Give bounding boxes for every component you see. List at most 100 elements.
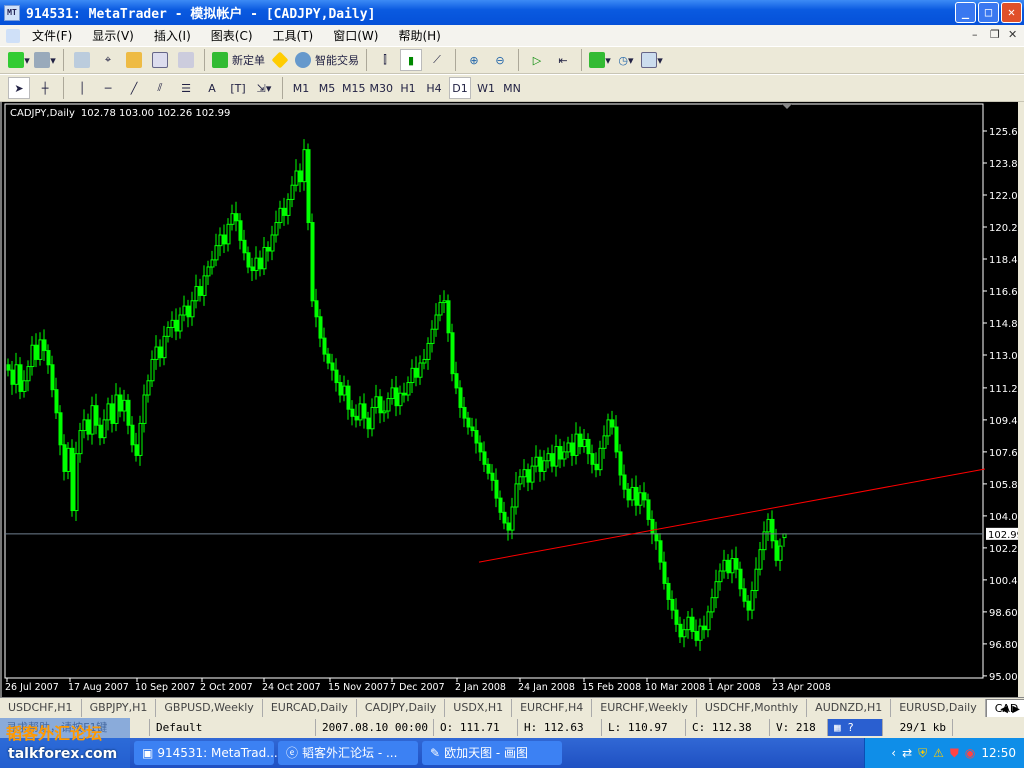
- tab-scroll-right-icon[interactable]: ▶: [1012, 704, 1020, 715]
- candle-body: [374, 396, 379, 408]
- candle: [778, 538, 783, 571]
- chart-tab[interactable]: GBPJPY,H1: [82, 699, 157, 717]
- profiles-button[interactable]: ▾: [34, 49, 56, 71]
- menu-insert[interactable]: 插入(I): [154, 27, 191, 44]
- arrows-button[interactable]: ⇲▾: [253, 77, 275, 99]
- menu-charts[interactable]: 图表(C): [211, 27, 253, 44]
- maximize-button[interactable]: □: [978, 2, 999, 23]
- text-label-button[interactable]: [T]: [227, 77, 249, 99]
- periods-button[interactable]: ◷ ▾: [615, 49, 637, 71]
- chart-shift-button[interactable]: ▷: [526, 49, 548, 71]
- zoom-in-button[interactable]: ⊕: [463, 49, 485, 71]
- tab-scroll-left-icon[interactable]: ◀: [1000, 704, 1008, 715]
- menu-view[interactable]: 显示(V): [92, 27, 134, 44]
- tf-mn[interactable]: MN: [501, 77, 523, 99]
- text-button[interactable]: A: [201, 77, 223, 99]
- candle-body: [190, 300, 195, 318]
- menu-window[interactable]: 窗口(W): [333, 27, 378, 44]
- indicators-button[interactable]: ▾: [589, 49, 611, 71]
- y-tick-label: 111.20: [989, 384, 1018, 395]
- autoscroll-button[interactable]: ⇤: [552, 49, 574, 71]
- terminal-button[interactable]: [149, 49, 171, 71]
- crosshair-button[interactable]: ┼: [34, 77, 56, 99]
- tf-w1[interactable]: W1: [475, 77, 497, 99]
- shift-marker-icon[interactable]: [782, 104, 792, 109]
- candle: [62, 434, 67, 481]
- expert-advisors-button[interactable]: 智能交易: [295, 49, 359, 71]
- candle-body: [382, 410, 387, 414]
- candle-body: [518, 476, 523, 485]
- candle: [562, 441, 567, 467]
- candlestick-button[interactable]: ▮: [400, 49, 422, 71]
- chart-tab[interactable]: GBPUSD,Weekly: [156, 699, 263, 717]
- new-chart-button[interactable]: ▾: [8, 49, 30, 71]
- menu-tools[interactable]: 工具(T): [273, 27, 314, 44]
- candle: [770, 510, 775, 549]
- tf-h1[interactable]: H1: [397, 77, 419, 99]
- warning-tray-icon[interactable]: ⚠: [933, 746, 944, 760]
- templates-button[interactable]: ▾: [641, 49, 663, 71]
- zoom-out-button[interactable]: ⊖: [489, 49, 511, 71]
- trendline-button[interactable]: ╱: [123, 77, 145, 99]
- mdi-close-button[interactable]: ✕: [1008, 28, 1017, 41]
- bar-chart-button[interactable]: ⫿: [374, 49, 396, 71]
- horizontal-line-button[interactable]: ─: [97, 77, 119, 99]
- new-order-button[interactable]: 新定单: [212, 49, 265, 71]
- chart-window[interactable]: CADJPY,Daily 102.78 103.00 102.26 102.99 …: [0, 102, 1018, 697]
- price-chart[interactable]: CADJPY,Daily 102.78 103.00 102.26 102.99 …: [2, 102, 1018, 697]
- line-studies-toolbar: ➤ ┼ │ ─ ╱ ⫽ ☰ A [T] ⇲▾ M1 M5 M15 M30 H1 …: [0, 74, 1024, 102]
- candle-body: [326, 353, 331, 364]
- y-tick-label: 100.40: [989, 576, 1018, 587]
- network-icon[interactable]: ⇄: [902, 746, 912, 760]
- mdi-minimize-button[interactable]: –: [972, 28, 978, 41]
- tf-m30[interactable]: M30: [370, 77, 394, 99]
- autoscroll-icon: ⇤: [558, 53, 568, 67]
- equidistant-channel-button[interactable]: ⫽: [149, 77, 171, 99]
- candle-body: [462, 406, 467, 419]
- shield-icon[interactable]: ⛨: [918, 746, 927, 761]
- navigator-button[interactable]: [123, 49, 145, 71]
- candle: [274, 210, 279, 243]
- minimize-button[interactable]: _: [955, 2, 976, 23]
- data-window-button[interactable]: ⌖: [97, 49, 119, 71]
- chart-tab[interactable]: USDCHF,Monthly: [697, 699, 808, 717]
- ime-toolbar[interactable]: ▦ ?: [828, 719, 883, 736]
- tf-d1[interactable]: D1: [449, 77, 471, 99]
- candle: [546, 447, 551, 469]
- chart-tab[interactable]: USDX,H1: [445, 699, 513, 717]
- tray-expand-icon[interactable]: ‹: [891, 746, 896, 760]
- tf-m15[interactable]: M15: [342, 77, 366, 99]
- candle-body: [594, 463, 599, 471]
- line-chart-button[interactable]: ⟋: [426, 49, 448, 71]
- close-button[interactable]: ✕: [1001, 2, 1022, 23]
- strategy-tester-button[interactable]: [175, 49, 197, 71]
- chart-tab[interactable]: EURCAD,Daily: [263, 699, 357, 717]
- chart-tab[interactable]: USDCHF,H1: [0, 699, 82, 717]
- cursor-button[interactable]: ➤: [8, 77, 30, 99]
- chart-tab[interactable]: CADJPY,Daily: [357, 699, 446, 717]
- vertical-line-button[interactable]: │: [71, 77, 93, 99]
- chart-tab[interactable]: EURCHF,Weekly: [592, 699, 697, 717]
- tf-m1[interactable]: M1: [290, 77, 312, 99]
- candle-body: [250, 266, 255, 272]
- channel-icon: ⫽: [157, 81, 163, 94]
- antivirus-icon[interactable]: ⛊: [950, 746, 959, 761]
- tf-h4[interactable]: H4: [423, 77, 445, 99]
- mdi-restore-button[interactable]: ❐: [990, 28, 1000, 41]
- security-icon[interactable]: ◉: [965, 746, 975, 760]
- tf-m5[interactable]: M5: [316, 77, 338, 99]
- chart-tab[interactable]: EURCHF,H4: [512, 699, 593, 717]
- chart-tab[interactable]: AUDNZD,H1: [807, 699, 892, 717]
- candle-body: [490, 472, 495, 481]
- menu-file[interactable]: 文件(F): [32, 27, 72, 44]
- task-browser[interactable]: ⓔ 韬客外汇论坛 - ...: [278, 741, 418, 765]
- task-paint[interactable]: ✎ 欧加天图 - 画图: [422, 741, 562, 765]
- fibonacci-button[interactable]: ☰: [175, 77, 197, 99]
- menu-help[interactable]: 帮助(H): [398, 27, 440, 44]
- task-metatrader[interactable]: ▣ 914531: MetaTrad...: [134, 741, 278, 765]
- alert-button[interactable]: [269, 49, 291, 71]
- chart-tab[interactable]: EURUSD,Daily: [891, 699, 986, 717]
- candle: [518, 469, 523, 491]
- market-watch-button[interactable]: [71, 49, 93, 71]
- candle-body: [162, 335, 167, 359]
